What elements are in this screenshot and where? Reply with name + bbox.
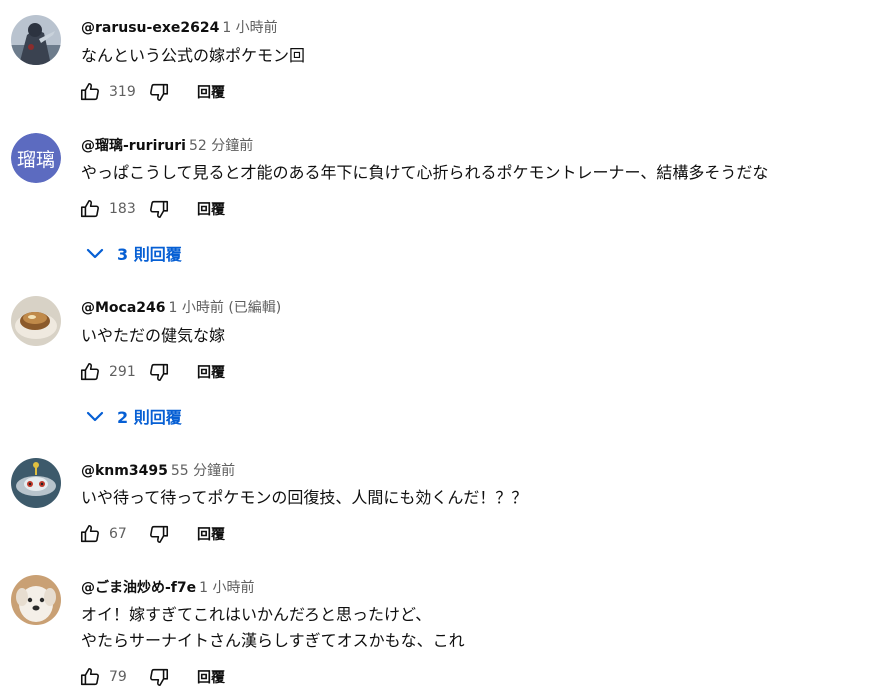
thumb-down-icon[interactable] xyxy=(147,197,171,221)
avatar[interactable] xyxy=(11,575,61,625)
comment-actions: 291 回覆 xyxy=(78,357,225,387)
comment-time[interactable]: 55 分鐘前 xyxy=(171,463,235,479)
chevron-down-icon xyxy=(83,404,107,428)
avatar[interactable]: 瑠璃 xyxy=(11,133,61,183)
thumb-down-icon[interactable] xyxy=(147,665,171,689)
comment-text: いや待って待ってポケモンの回復技、人間にも効くんだ！？？ xyxy=(81,485,527,511)
comment-text-line: いやただの健気な嫁 xyxy=(81,326,226,345)
reply-button[interactable]: 回覆 xyxy=(197,524,225,544)
thumb-up-icon[interactable] xyxy=(78,197,102,221)
comment-header: @Moca246 1 小時前 (已編輯) xyxy=(81,297,281,317)
comment-text: やっぱこうして見ると才能のある年下に負けて心折られるポケモントレーナー、結構多そ… xyxy=(81,160,768,186)
avatar-initials: 瑠璃 xyxy=(11,133,61,183)
comment-text: いやただの健気な嫁 xyxy=(81,323,225,349)
comment-actions: 67 回覆 xyxy=(78,519,225,549)
avatar[interactable] xyxy=(11,15,61,65)
like-count: 79 xyxy=(109,669,127,685)
thumb-up-icon[interactable] xyxy=(78,360,102,384)
author-name[interactable]: @Moca246 xyxy=(81,300,166,316)
author-name[interactable]: @ごま油炒め-f7e xyxy=(81,580,196,596)
comment-header: @瑠璃-ruriruri 52 分鐘前 xyxy=(81,135,253,155)
thumb-down-icon[interactable] xyxy=(147,80,171,104)
thumb-up-icon[interactable] xyxy=(78,522,102,546)
reply-button[interactable]: 回覆 xyxy=(197,82,225,102)
reply-button[interactable]: 回覆 xyxy=(197,199,225,219)
like-count: 319 xyxy=(109,84,136,100)
thumb-down-icon[interactable] xyxy=(147,360,171,384)
comment-actions: 183 回覆 xyxy=(78,194,225,224)
comment-time[interactable]: 1 小時前 (已編輯) xyxy=(169,300,282,316)
thumb-up-icon[interactable] xyxy=(78,665,102,689)
comment-time[interactable]: 52 分鐘前 xyxy=(189,138,253,154)
reply-button[interactable]: 回覆 xyxy=(197,362,225,382)
author-name[interactable]: @瑠璃-ruriruri xyxy=(81,138,186,154)
reply-button[interactable]: 回覆 xyxy=(197,667,225,687)
thumb-up-icon[interactable] xyxy=(78,80,102,104)
view-replies-button[interactable]: 3 則回覆 xyxy=(83,236,182,270)
comment-actions: 319 回覆 xyxy=(78,77,225,107)
comment-text: オイ！嫁すぎてこれはいかんだろと思ったけど、 やたらサーナイトさん漢らしすぎてオ… xyxy=(81,602,465,654)
thumb-down-icon[interactable] xyxy=(147,522,171,546)
view-replies-label: 3 則回覆 xyxy=(117,245,182,264)
like-count: 183 xyxy=(109,201,136,217)
comment-text-line: やたらサーナイトさん漢らしすぎてオスかもな、これ xyxy=(81,631,465,650)
comment-text-line: いや待って待ってポケモンの回復技、人間にも効くんだ！？？ xyxy=(81,488,528,507)
comment-header: @knm3495 55 分鐘前 xyxy=(81,460,235,480)
comment-header: @rarusu-exe2624 1 小時前 xyxy=(81,17,278,37)
comment-text-line: オイ！嫁すぎてこれはいかんだろと思ったけど、 xyxy=(81,605,432,624)
like-count: 291 xyxy=(109,364,136,380)
avatar[interactable] xyxy=(11,458,61,508)
comment-text-line: なんという公式の嫁ポケモン回 xyxy=(81,46,306,65)
comment-text-line: やっぱこうして見ると才能のある年下に負けて心折られるポケモントレーナー、結構多そ… xyxy=(81,163,769,182)
view-replies-button[interactable]: 2 則回覆 xyxy=(83,399,182,433)
chevron-down-icon xyxy=(83,241,107,265)
comment-header: @ごま油炒め-f7e 1 小時前 xyxy=(81,577,255,597)
author-name[interactable]: @rarusu-exe2624 xyxy=(81,20,219,36)
like-count: 67 xyxy=(109,526,127,542)
comment-time[interactable]: 1 小時前 xyxy=(199,580,254,596)
author-name[interactable]: @knm3495 xyxy=(81,463,168,479)
view-replies-label: 2 則回覆 xyxy=(117,408,182,427)
comment-text: なんという公式の嫁ポケモン回 xyxy=(81,43,305,69)
comment-time[interactable]: 1 小時前 xyxy=(222,20,277,36)
avatar[interactable] xyxy=(11,296,61,346)
